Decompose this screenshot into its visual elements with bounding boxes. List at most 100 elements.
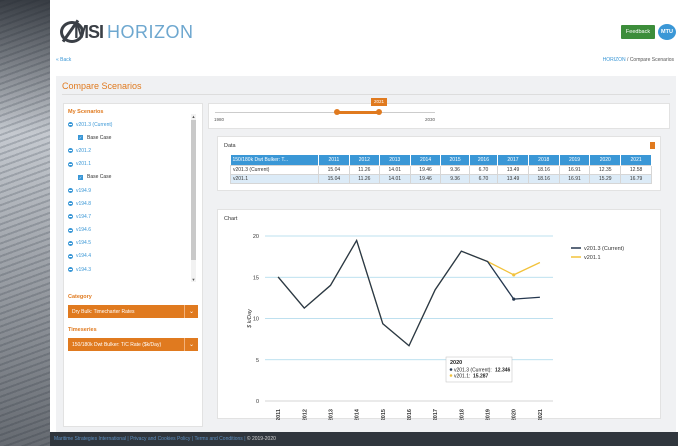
scroll-thumb[interactable]: [191, 120, 196, 260]
scenario-line-chart: 0 5 10 15 20 $ k/Day 2011 2012 2013 2014 2015 2016 2…: [247, 234, 624, 420]
scroll-up-icon[interactable]: ▲: [191, 114, 196, 119]
background-decoration: [0, 0, 50, 446]
scenario-item[interactable]: v194.8: [68, 197, 188, 210]
x-tick-label: 2011: [276, 409, 282, 420]
slider-value-tooltip: 2021: [371, 98, 387, 106]
tooltip-point-marker: [512, 297, 516, 301]
checkbox-checked-icon[interactable]: ✓: [78, 135, 83, 141]
scenario-item[interactable]: v194.5: [68, 237, 188, 250]
x-tick-label: 2020: [512, 409, 518, 420]
x-tick-label: 2014: [355, 408, 361, 420]
minus-circle-icon: [68, 122, 73, 128]
table-header-cell[interactable]: 2016: [469, 155, 499, 165]
scenarios-heading: My Scenarios: [68, 109, 104, 115]
scenario-item[interactable]: v201.3 (Current): [68, 118, 188, 131]
slider-selected-range[interactable]: [337, 111, 379, 114]
table-cell: 9.36: [440, 164, 470, 175]
slider-start-handle[interactable]: [334, 109, 340, 115]
table-header-cell[interactable]: 2012: [349, 155, 380, 165]
timeseries-heading: Timeseries: [68, 327, 97, 333]
series-line: [277, 238, 540, 347]
tooltip-series-value: 15.287: [473, 374, 489, 380]
header: MSI HORIZON Feedback MTU: [50, 0, 678, 48]
tooltip-series-label: v201.1:: [454, 374, 470, 380]
x-tick-label: 2017: [433, 409, 439, 420]
breadcrumb-root-link[interactable]: HORIZON: [603, 57, 626, 63]
scenario-item[interactable]: v194.7: [68, 210, 188, 223]
minus-circle-icon: [68, 188, 73, 194]
breadcrumb-separator: /: [627, 57, 629, 63]
scenario-item[interactable]: v194.6: [68, 224, 188, 237]
footer-copyright: © 2019-2020: [246, 436, 276, 442]
scenario-label: v201.3 (Current): [76, 121, 113, 128]
minus-circle-icon: [68, 148, 73, 154]
timeseries-select[interactable]: 150/180k Dwt Bulker: T/C Rate ($k/Day) ⌄: [68, 338, 198, 351]
main-content: Compare Scenarios My Scenarios v201.3 (C…: [56, 76, 676, 432]
table-header-cell[interactable]: 2013: [379, 155, 411, 165]
table-row: v201.1 15.04 11.26 14.01 19.46 9.36 6.70 13.49 1…: [230, 173, 652, 184]
msi-horizon-logo[interactable]: MSI HORIZON: [60, 18, 194, 46]
y-axis-label: $ k/Day: [247, 308, 253, 329]
minus-circle-icon: [68, 253, 73, 259]
scenario-sidebar: My Scenarios v201.3 (Current) ✓ Base Case v…: [63, 103, 203, 427]
slider-max-label: 2030: [425, 117, 436, 122]
table-cell: 18.16: [527, 164, 560, 175]
y-tick-label: 0: [256, 399, 259, 405]
footer-link-company[interactable]: Maritime Strategies International: [54, 436, 126, 442]
y-tick-label: 5: [256, 358, 259, 364]
logo-sub-text: HORIZON: [107, 21, 194, 42]
tooltip-series-value: 12.346: [495, 368, 511, 374]
scenario-item[interactable]: v194.3: [68, 263, 188, 276]
checkbox-checked-icon[interactable]: ✓: [78, 174, 83, 180]
case-label: Base Case: [87, 134, 112, 141]
year-range-slider[interactable]: 2021 1980 2030: [208, 98, 670, 129]
table-header-cell[interactable]: 150/180k Dwt Bulker: T...: [230, 155, 319, 165]
table-cell: 16.91: [558, 164, 591, 175]
minus-circle-icon: [68, 201, 73, 207]
breadcrumb: HORIZON / Compare Scenarios: [603, 57, 674, 63]
minus-circle-icon: [68, 227, 73, 233]
scenario-label: v194.9: [76, 187, 92, 194]
table-cell: 9.36: [440, 173, 470, 184]
footer: Maritime Strategies International | Priv…: [50, 432, 678, 446]
scenario-item[interactable]: v201.1: [68, 158, 188, 171]
scenario-item[interactable]: v194.4: [68, 250, 188, 263]
table-header-cell[interactable]: 2021: [620, 155, 652, 165]
table-header-cell[interactable]: 2020: [589, 155, 622, 165]
legend-label: v201.3 (Current): [584, 246, 624, 252]
x-tick-label: 2018: [459, 409, 465, 420]
feedback-button[interactable]: Feedback: [621, 25, 655, 39]
tooltip-series-dot: [449, 374, 453, 377]
slider-end-handle[interactable]: [376, 109, 382, 115]
table-header-cell[interactable]: 2019: [559, 155, 591, 165]
table-header-cell[interactable]: 2018: [528, 155, 560, 165]
scenario-label: v201.1: [76, 161, 92, 168]
table-header-cell[interactable]: 2014: [410, 155, 442, 165]
title-divider: [62, 94, 670, 95]
scenario-item[interactable]: v194.9: [68, 184, 188, 197]
chart-panel: Chart 0 5 10 15 20 $ k/Day 2011 2012 2013 2014 201…: [217, 209, 661, 420]
x-tick-label: 2015: [381, 409, 387, 420]
scenario-label: v194.3: [76, 266, 92, 273]
pdf-export-icon[interactable]: [650, 142, 655, 149]
category-select[interactable]: Dry Bulk: Timecharter Rates ⌄: [68, 305, 198, 318]
footer-link-privacy[interactable]: Privacy and Cookies Policy: [130, 436, 190, 442]
table-cell: 11.26: [348, 164, 380, 175]
scroll-down-icon[interactable]: ▼: [191, 277, 196, 282]
table-cell: 12.35: [589, 164, 622, 175]
scenario-scrollbar[interactable]: ▲ ▼: [191, 114, 196, 282]
footer-link-terms[interactable]: Terms and Conditions: [194, 436, 242, 442]
scenario-case-item[interactable]: ✓ Base Case: [68, 131, 188, 144]
scenario-item[interactable]: v201.2: [68, 144, 188, 157]
table-header-cell[interactable]: 2011: [318, 155, 350, 165]
scenario-case-item[interactable]: ✓ Base Case: [68, 171, 188, 184]
scenario-label: v194.5: [76, 240, 92, 247]
subbar: « Back HORIZON / Compare Scenarios: [50, 57, 678, 67]
table-header-cell[interactable]: 2015: [440, 155, 470, 165]
legend-label: v201.1: [584, 255, 601, 261]
back-link[interactable]: « Back: [56, 57, 71, 63]
table-header-cell[interactable]: 2017: [497, 155, 529, 165]
table-cell: 14.01: [378, 164, 411, 175]
slider-track[interactable]: [215, 112, 435, 113]
user-avatar[interactable]: MTU: [658, 24, 676, 40]
